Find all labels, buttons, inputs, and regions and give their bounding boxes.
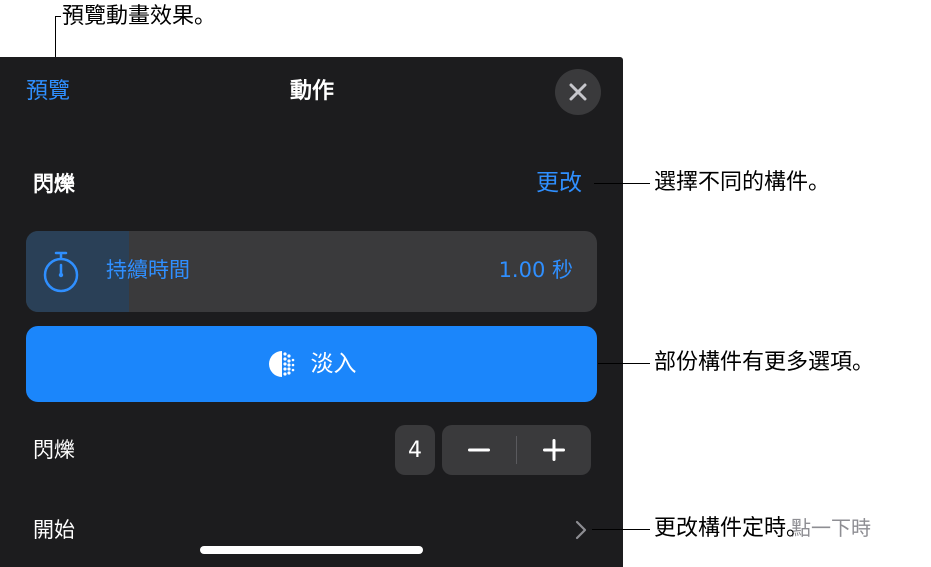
flash-count: 4 (395, 425, 435, 475)
effect-label: 淡入 (310, 351, 357, 377)
action-name: 閃爍 (33, 172, 75, 196)
preview-button[interactable]: 預覽 (26, 77, 70, 107)
duration-slider[interactable]: 持續時間 1.00 秒 (26, 231, 597, 312)
effect-button[interactable]: 淡入 (26, 326, 597, 402)
callout-tick-preview (55, 16, 61, 17)
plus-icon (543, 439, 565, 461)
callout-change: 選擇不同的構件。 (654, 170, 831, 195)
start-label: 開始 (33, 518, 75, 542)
duration-label: 持續時間 (106, 258, 190, 282)
callout-line-options (598, 363, 650, 364)
flash-label: 閃爍 (33, 438, 75, 462)
callout-options: 部份構件有更多選項。 (654, 350, 875, 375)
callout-line-timing (592, 529, 650, 530)
change-button[interactable]: 更改 (536, 168, 582, 198)
chevron-right-icon[interactable] (574, 519, 588, 541)
increment-button[interactable] (517, 425, 591, 475)
flash-count-stepper (442, 425, 591, 475)
panel-title: 動作 (289, 79, 334, 104)
close-button[interactable] (555, 69, 601, 115)
duration-value: 1.00 秒 (498, 258, 573, 282)
stopwatch-icon (43, 251, 79, 293)
decrement-button[interactable] (442, 425, 516, 475)
callout-line-change (594, 183, 650, 184)
callout-preview: 預覽動畫效果。 (62, 4, 217, 29)
fade-icon (268, 351, 294, 377)
minus-icon (468, 448, 490, 452)
close-icon (569, 83, 587, 101)
action-panel (0, 57, 623, 567)
home-indicator (200, 546, 423, 554)
callout-timing: 更改構件定時。 (654, 516, 809, 541)
